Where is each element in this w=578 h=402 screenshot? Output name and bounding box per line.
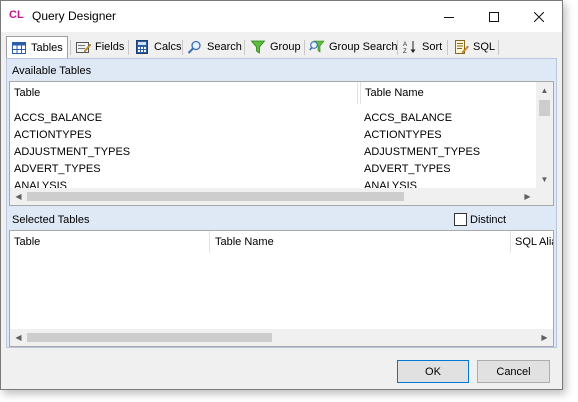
table-row[interactable]: ADJUSTMENT_TYPES ADJUSTMENT_TYPES bbox=[10, 143, 553, 160]
ok-button[interactable]: OK bbox=[397, 360, 469, 383]
svg-text:Z: Z bbox=[403, 49, 407, 54]
tab-group[interactable]: Group bbox=[246, 36, 305, 58]
tab-tables[interactable]: Tables bbox=[6, 36, 68, 59]
sql-script-icon bbox=[455, 40, 469, 54]
app-logo-icon: CL bbox=[9, 9, 24, 21]
tab-label: SQL bbox=[473, 41, 496, 53]
maximize-icon bbox=[489, 11, 499, 22]
scroll-thumb[interactable] bbox=[539, 100, 550, 116]
tables-tab-panel: Available Tables Table Table Name ACCS_B… bbox=[6, 58, 557, 348]
column-header-table-name[interactable]: Table Name bbox=[211, 231, 511, 253]
horizontal-scrollbar[interactable]: ◀ ▶ bbox=[10, 188, 536, 205]
tab-group-search[interactable]: Group Search bbox=[305, 36, 401, 58]
tab-label: Search bbox=[207, 41, 242, 53]
table-row[interactable]: ACCS_BALANCE ACCS_BALANCE bbox=[10, 109, 553, 126]
tab-sort[interactable]: AZ Sort bbox=[398, 36, 446, 58]
window-title: Query Designer bbox=[32, 9, 117, 23]
grid-header: Table Table Name SQL Alias bbox=[10, 231, 553, 253]
cell-table-name: ADVERT_TYPES bbox=[364, 162, 451, 175]
maximize-button[interactable] bbox=[472, 1, 516, 32]
tab-search[interactable]: Search bbox=[183, 36, 246, 58]
tab-separator bbox=[244, 40, 245, 55]
close-button[interactable] bbox=[517, 1, 561, 32]
table-row[interactable]: ADVERT_TYPES ADVERT_TYPES bbox=[10, 160, 553, 177]
column-header-table-name[interactable]: Table Name bbox=[360, 82, 538, 104]
cell-table-name: ACTIONTYPES bbox=[364, 128, 442, 141]
scroll-right-icon[interactable]: ▶ bbox=[536, 329, 553, 346]
close-icon bbox=[534, 11, 544, 22]
available-tables-grid[interactable]: Table Table Name ACCS_BALANCE ACCS_BALAN… bbox=[9, 81, 554, 206]
scroll-thumb[interactable] bbox=[27, 333, 272, 342]
scroll-down-icon[interactable]: ▼ bbox=[536, 171, 553, 188]
selected-tables-label: Selected Tables bbox=[12, 214, 90, 226]
tab-label: Tables bbox=[31, 42, 63, 54]
scroll-thumb[interactable] bbox=[27, 192, 404, 201]
minimize-button[interactable] bbox=[427, 1, 471, 32]
cell-table: ADVERT_TYPES bbox=[14, 162, 101, 175]
cell-table: ADJUSTMENT_TYPES bbox=[14, 145, 131, 158]
group-search-icon bbox=[309, 40, 325, 53]
tab-sql[interactable]: SQL bbox=[449, 36, 499, 58]
column-header-table[interactable]: Table bbox=[10, 231, 210, 253]
query-designer-window: CL Query Designer Tables Fields Calcs Se… bbox=[0, 0, 563, 390]
cell-table: ACTIONTYPES bbox=[14, 128, 92, 141]
tab-label: Group Search bbox=[329, 41, 398, 53]
minimize-icon bbox=[444, 16, 454, 18]
magnifier-icon bbox=[187, 40, 201, 54]
calculator-icon bbox=[136, 40, 148, 54]
tab-separator bbox=[447, 40, 448, 55]
filter-funnel-icon bbox=[250, 40, 266, 54]
sort-az-icon: AZ bbox=[403, 41, 416, 54]
table-icon bbox=[12, 42, 26, 54]
tab-label: Sort bbox=[422, 41, 443, 53]
tab-label: Calcs bbox=[154, 41, 182, 53]
cancel-button[interactable]: Cancel bbox=[477, 360, 550, 383]
tab-bar: Tables Fields Calcs Search Group Group S… bbox=[6, 36, 557, 59]
scroll-left-icon[interactable]: ◀ bbox=[10, 329, 27, 346]
scroll-left-icon[interactable]: ◀ bbox=[10, 188, 27, 205]
tab-calcs[interactable]: Calcs bbox=[130, 36, 186, 58]
tab-label: Group bbox=[270, 41, 301, 53]
scroll-up-icon[interactable]: ▲ bbox=[536, 82, 553, 99]
available-tables-label: Available Tables bbox=[12, 65, 92, 77]
svg-text:A: A bbox=[403, 42, 407, 48]
tab-separator bbox=[128, 40, 129, 55]
vertical-scrollbar[interactable]: ▲ ▼ bbox=[536, 82, 553, 188]
fields-icon bbox=[76, 42, 91, 53]
tab-fields[interactable]: Fields bbox=[71, 36, 128, 58]
distinct-label: Distinct bbox=[470, 214, 507, 226]
grid-header: Table Table Name bbox=[10, 82, 553, 104]
scrollbar-corner bbox=[536, 188, 553, 205]
tab-separator bbox=[498, 40, 499, 55]
table-row[interactable]: ACTIONTYPES ACTIONTYPES bbox=[10, 126, 553, 143]
cell-table: ACCS_BALANCE bbox=[14, 111, 103, 124]
distinct-checkbox[interactable] bbox=[454, 213, 467, 226]
column-header-sql-alias[interactable]: SQL Alias bbox=[511, 231, 553, 253]
scroll-right-icon[interactable]: ▶ bbox=[519, 188, 536, 205]
selected-tables-grid[interactable]: Table Table Name SQL Alias ◀ ▶ bbox=[9, 230, 554, 347]
column-header-table[interactable]: Table bbox=[10, 82, 358, 104]
horizontal-scrollbar[interactable]: ◀ ▶ bbox=[10, 329, 553, 346]
tab-label: Fields bbox=[95, 41, 125, 53]
title-bar: CL Query Designer bbox=[1, 1, 562, 32]
cell-table-name: ACCS_BALANCE bbox=[364, 111, 453, 124]
cell-table-name: ADJUSTMENT_TYPES bbox=[364, 145, 481, 158]
